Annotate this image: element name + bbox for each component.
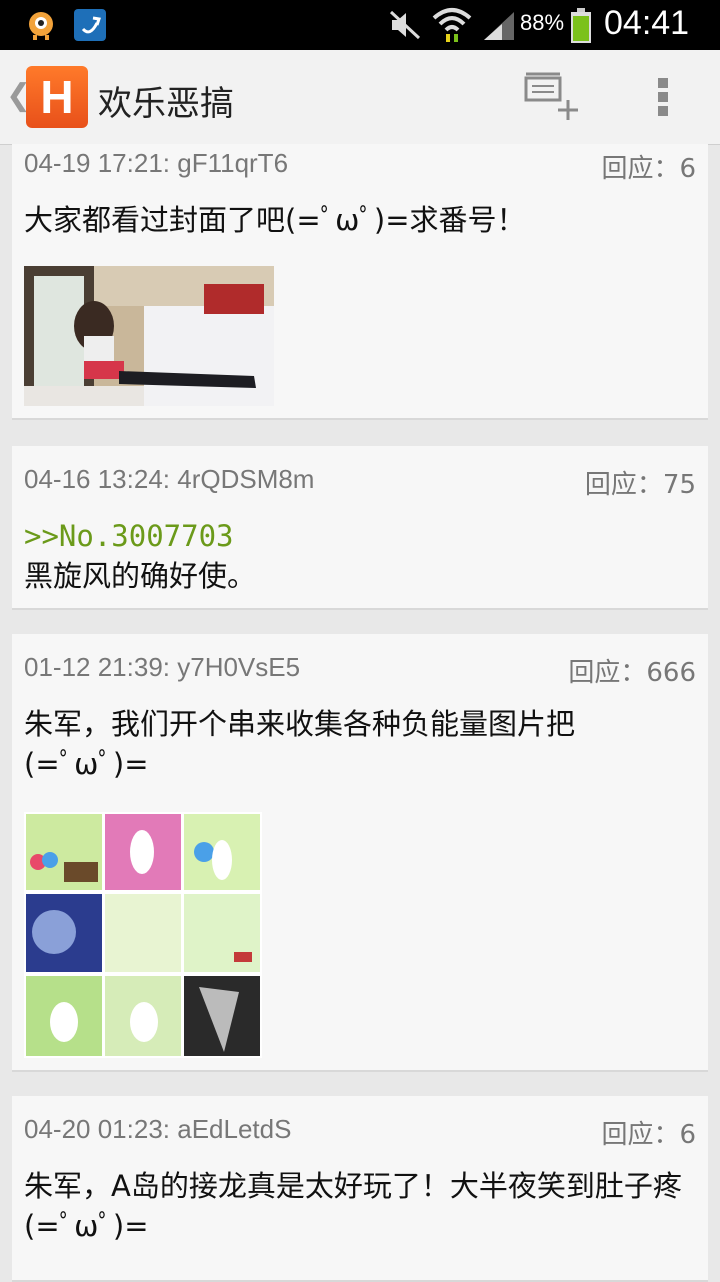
- battery-percent: 88%: [520, 10, 565, 35]
- signal-icon: [484, 12, 514, 40]
- reply-count: 回应：75: [584, 470, 696, 500]
- post-image-thumbnail[interactable]: [24, 812, 262, 1058]
- post-text: 黑旋风的确好使。: [24, 559, 257, 593]
- mute-icon: [389, 10, 421, 40]
- thread-card[interactable]: 01-12 21:39: y7H0VsE5 回应：666 朱军，我们开个串来收集…: [12, 634, 708, 1072]
- app-notification-icon-2: [74, 9, 106, 41]
- post-text: 大家都看过封面了吧(=ﾟωﾟ)=求番号！: [24, 203, 526, 237]
- clock: 04:41: [604, 4, 690, 42]
- action-bar: ❮ H 欢乐恶搞: [0, 50, 720, 145]
- post-meta: 04-16 13:24: 4rQDSM8m: [24, 464, 315, 494]
- battery-icon: [571, 8, 591, 43]
- app-logo[interactable]: H: [26, 66, 88, 128]
- post-body: >>No.3007703 黑旋风的确好使。: [24, 516, 694, 596]
- post-text: 朱军，我们开个串来收集各种负能量图片把(=ﾟωﾟ)=: [24, 707, 576, 781]
- new-thread-icon[interactable]: [520, 70, 582, 126]
- quote-link[interactable]: >>No.3007703: [24, 516, 694, 556]
- post-meta: 04-19 17:21: gF11qrT6: [24, 148, 289, 178]
- overflow-menu-icon[interactable]: [650, 74, 676, 122]
- thread-card[interactable]: 04-20 01:23: aEdLetdS 回应：6 朱军，A岛的接龙真是太好玩…: [12, 1096, 708, 1282]
- thread-card[interactable]: 04-16 13:24: 4rQDSM8m 回应：75 >>No.3007703…: [12, 446, 708, 610]
- post-text: 朱军，A岛的接龙真是太好玩了！大半夜笑到肚子疼(=ﾟωﾟ)=: [24, 1169, 682, 1243]
- post-meta: 04-20 01:23: aEdLetdS: [24, 1114, 292, 1144]
- thread-card[interactable]: 04-19 17:21: gF11qrT6 回应：6 大家都看过封面了吧(=ﾟω…: [12, 144, 708, 420]
- reply-count: 回应：6: [601, 1120, 696, 1150]
- post-image-thumbnail[interactable]: [24, 266, 274, 406]
- wifi-icon: [432, 8, 472, 42]
- post-meta: 01-12 21:39: y7H0VsE5: [24, 652, 301, 682]
- page-title: 欢乐恶搞: [98, 84, 234, 124]
- reply-count: 回应：666: [568, 658, 696, 688]
- app-notification-icon: [29, 12, 53, 40]
- reply-count: 回应：6: [601, 154, 696, 184]
- status-bar: 88% 04:41: [0, 0, 720, 50]
